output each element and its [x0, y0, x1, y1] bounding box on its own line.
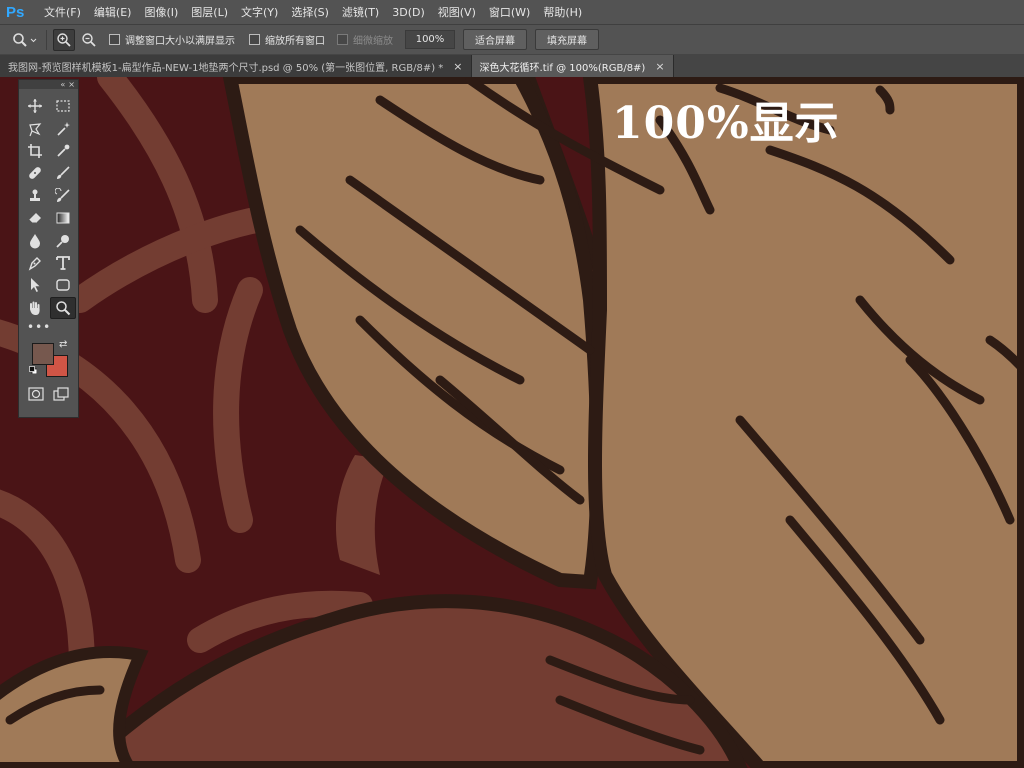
drop-icon: [30, 233, 40, 249]
shape-tool[interactable]: [50, 274, 76, 296]
menu-layer[interactable]: 图层(L): [191, 4, 228, 20]
magic-wand-icon: [57, 121, 70, 136]
healing-brush-tool[interactable]: [22, 162, 48, 184]
bandage-icon: [29, 167, 41, 180]
dodge-icon: [56, 234, 69, 248]
menu-bar: Ps 文件(F) 编辑(E) 图像(I) 图层(L) 文字(Y) 选择(S) 滤…: [0, 0, 1024, 24]
pen-tool[interactable]: [22, 252, 48, 274]
zoom-all-windows-label: 缩放所有窗口: [265, 36, 325, 47]
hand-icon: [30, 301, 40, 315]
hand-tool[interactable]: [22, 297, 48, 319]
eyedropper-icon: [57, 144, 70, 157]
marquee-icon: [56, 100, 70, 112]
crop-tool[interactable]: [22, 140, 48, 162]
checkbox-box: [109, 34, 120, 45]
close-icon[interactable]: ×: [453, 60, 462, 73]
stamp-icon: [30, 189, 40, 201]
pen-icon: [28, 256, 41, 271]
screen-mode-icon[interactable]: [53, 387, 69, 401]
foreground-color-swatch[interactable]: [32, 342, 54, 365]
menu-3d[interactable]: 3D(D): [392, 6, 425, 19]
eyedropper-tool[interactable]: [50, 140, 76, 162]
scrubby-zoom-checkbox: 细微缩放: [337, 32, 393, 47]
brush-tool[interactable]: [50, 162, 76, 184]
zoom-in-icon: [57, 32, 71, 47]
default-colors-icon[interactable]: [29, 366, 37, 374]
color-swatches: ⇄: [19, 339, 78, 383]
swap-colors-icon[interactable]: ⇄: [59, 339, 67, 350]
menu-view[interactable]: 视图(V): [438, 4, 476, 20]
close-icon[interactable]: ×: [68, 80, 75, 89]
crop-icon: [28, 143, 42, 158]
options-separator: [46, 29, 47, 50]
zoom-icon: [56, 300, 71, 315]
overlay-title: 100%显示: [612, 98, 840, 149]
options-bar: 调整窗口大小以满屏显示 缩放所有窗口 细微缩放 100% 适合屏幕 填充屏幕: [0, 24, 1024, 54]
edit-toolbar-button[interactable]: •••: [19, 319, 78, 335]
tools-panel-header[interactable]: « ×: [19, 80, 78, 89]
eraser-tool[interactable]: [22, 207, 48, 229]
collapse-icon[interactable]: «: [60, 80, 65, 89]
menu-window[interactable]: 窗口(W): [489, 4, 530, 20]
document-tab-label: 我图网-预览图样机模板1-扁型作品-NEW-1地垫两个尺寸.psd @ 50% …: [8, 62, 444, 74]
move-tool[interactable]: [22, 95, 48, 117]
arrow-icon: [31, 278, 40, 293]
gradient-icon: [56, 212, 70, 224]
zoom-in-button[interactable]: [53, 28, 75, 51]
quick-mask-icon[interactable]: [28, 387, 44, 401]
fit-screen-button[interactable]: 适合屏幕: [463, 29, 527, 50]
brush-icon: [57, 166, 70, 180]
leaf-pattern-artwork: [0, 77, 1024, 768]
menu-help[interactable]: 帮助(H): [543, 4, 582, 20]
history-brush-tool[interactable]: [50, 185, 76, 207]
menu-select[interactable]: 选择(S): [291, 4, 329, 20]
close-icon[interactable]: ×: [655, 60, 664, 73]
checkbox-box: [337, 34, 348, 45]
history-brush-icon: [55, 187, 70, 202]
eraser-icon: [28, 213, 41, 224]
menu-file[interactable]: 文件(F): [44, 4, 81, 20]
rectangle-icon: [56, 279, 70, 292]
fill-screen-button[interactable]: 填充屏幕: [535, 29, 599, 50]
gradient-tool[interactable]: [50, 207, 76, 229]
mode-buttons: [19, 383, 78, 401]
zoom-percentage-field[interactable]: 100%: [405, 30, 455, 49]
magic-wand-tool[interactable]: [50, 117, 76, 139]
photoshop-logo: Ps: [6, 3, 25, 21]
document-tab-mockup[interactable]: 我图网-预览图样机模板1-扁型作品-NEW-1地垫两个尺寸.psd @ 50% …: [0, 55, 472, 77]
tool-grid: [19, 89, 78, 319]
scrubby-zoom-label: 细微缩放: [353, 36, 393, 47]
document-tab-label: 深色大花循环.tif @ 100%(RGB/8#): [479, 62, 646, 74]
resize-windows-checkbox[interactable]: 调整窗口大小以满屏显示: [109, 32, 235, 47]
menu-edit[interactable]: 编辑(E): [94, 4, 132, 20]
document-canvas[interactable]: 100%显示: [0, 77, 1024, 768]
dodge-tool[interactable]: [50, 229, 76, 251]
type-icon: [56, 256, 70, 270]
zoom-tool[interactable]: [50, 296, 76, 319]
resize-windows-label: 调整窗口大小以满屏显示: [125, 36, 235, 47]
blur-tool[interactable]: [22, 229, 48, 251]
document-tab-pattern[interactable]: 深色大花循环.tif @ 100%(RGB/8#) ×: [471, 55, 674, 77]
zoom-all-windows-checkbox[interactable]: 缩放所有窗口: [249, 32, 325, 47]
zoom-icon: [13, 32, 37, 47]
document-tab-bar: 我图网-预览图样机模板1-扁型作品-NEW-1地垫两个尺寸.psd @ 50% …: [0, 54, 1024, 77]
path-selection-tool[interactable]: [22, 274, 48, 296]
marquee-tool[interactable]: [50, 95, 76, 117]
menu-type[interactable]: 文字(Y): [241, 4, 278, 20]
type-tool[interactable]: [50, 252, 76, 274]
zoom-out-button[interactable]: [79, 30, 99, 50]
checkbox-box: [249, 34, 260, 45]
tool-preset-picker[interactable]: [10, 29, 40, 51]
move-icon: [28, 99, 42, 114]
menu-image[interactable]: 图像(I): [144, 4, 178, 20]
lasso-icon: [29, 122, 42, 136]
lasso-tool[interactable]: [22, 117, 48, 139]
clone-stamp-tool[interactable]: [22, 185, 48, 207]
zoom-out-icon: [82, 32, 96, 47]
tools-panel: « × ••• ⇄: [18, 79, 79, 418]
menu-filter[interactable]: 滤镜(T): [342, 4, 379, 20]
